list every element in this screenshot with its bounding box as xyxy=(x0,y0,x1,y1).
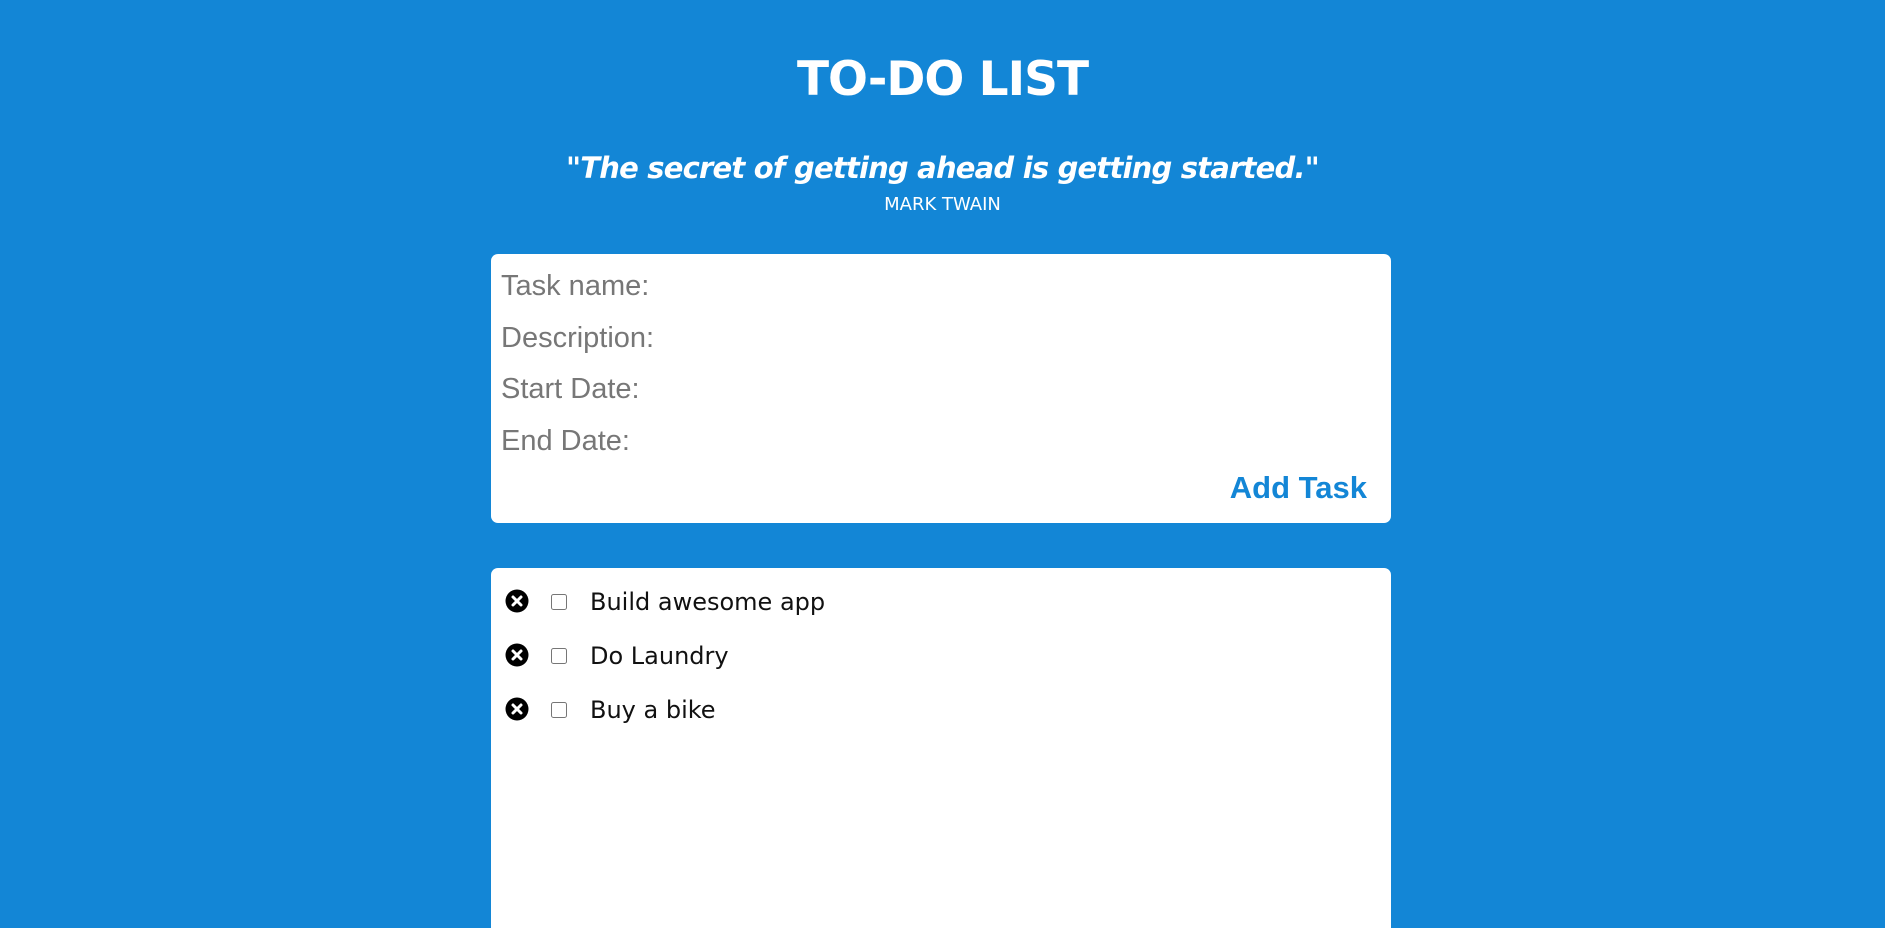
task-item: Buy a bike xyxy=(491,689,1391,729)
task-checkbox[interactable] xyxy=(551,648,567,664)
close-circle-icon[interactable] xyxy=(505,589,529,613)
quote-author: MARK TWAIN xyxy=(884,194,1001,215)
task-item: Build awesome app xyxy=(491,581,1391,621)
task-name-input[interactable] xyxy=(501,267,1371,305)
page-title: TO-DO LIST xyxy=(796,52,1089,107)
task-label: Buy a bike xyxy=(590,696,716,724)
close-circle-icon[interactable] xyxy=(505,643,529,667)
task-checkbox[interactable] xyxy=(551,594,567,610)
description-input[interactable] xyxy=(501,319,1371,357)
add-task-button[interactable]: Add Task xyxy=(1230,470,1367,506)
end-date-input[interactable] xyxy=(501,422,1371,460)
task-list: Build awesome app Do Laundry Buy a bike xyxy=(491,568,1391,928)
add-task-form: Add Task xyxy=(491,254,1391,523)
task-label: Build awesome app xyxy=(590,588,826,616)
close-circle-icon[interactable] xyxy=(505,697,529,721)
task-checkbox[interactable] xyxy=(551,702,567,718)
task-item: Do Laundry xyxy=(491,635,1391,675)
quote-text: "The secret of getting ahead is getting … xyxy=(566,151,1320,185)
task-label: Do Laundry xyxy=(590,642,729,670)
start-date-input[interactable] xyxy=(501,370,1371,408)
